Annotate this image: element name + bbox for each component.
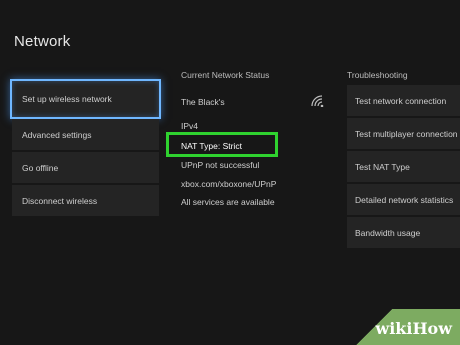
page-title: Network bbox=[14, 33, 71, 50]
network-name: The Black's bbox=[181, 97, 225, 107]
network-menu: Set up wireless network Advanced setting… bbox=[10, 79, 161, 218]
trouble-item-label: Test multiplayer connection bbox=[355, 128, 458, 139]
troubleshooting-header: Troubleshooting bbox=[347, 70, 408, 80]
wikihow-logo: wikiHow bbox=[375, 319, 452, 338]
wifi-signal-icon bbox=[311, 94, 325, 112]
trouble-item-label: Bandwidth usage bbox=[355, 227, 421, 238]
test-network-connection-button[interactable]: Test network connection bbox=[347, 85, 460, 116]
ip-version: IPv4 bbox=[181, 121, 199, 131]
menu-item-setup-wireless[interactable]: Set up wireless network bbox=[10, 79, 161, 119]
trouble-item-label: Test NAT Type bbox=[355, 161, 410, 172]
status-header-label: Current Network Status bbox=[181, 70, 270, 80]
bandwidth-usage-button[interactable]: Bandwidth usage bbox=[347, 217, 460, 248]
upnp-url: xbox.com/xboxone/UPnP bbox=[181, 179, 277, 189]
menu-item-go-offline[interactable]: Go offline bbox=[12, 152, 159, 183]
detailed-network-statistics-button[interactable]: Detailed network statistics bbox=[347, 184, 460, 215]
test-multiplayer-connection-button[interactable]: Test multiplayer connection bbox=[347, 118, 460, 149]
status-header: Current Network Status bbox=[181, 70, 321, 80]
nat-type: NAT Type: Strict bbox=[181, 141, 242, 151]
trouble-item-label: Detailed network statistics bbox=[355, 194, 454, 205]
upnp-status: UPnP not successful bbox=[181, 160, 260, 170]
menu-item-advanced-settings[interactable]: Advanced settings bbox=[12, 119, 159, 150]
troubleshooting-list: Test network connection Test multiplayer… bbox=[347, 85, 460, 250]
menu-item-label: Set up wireless network bbox=[22, 94, 112, 104]
test-nat-type-button[interactable]: Test NAT Type bbox=[347, 151, 460, 182]
menu-item-label: Advanced settings bbox=[22, 129, 92, 140]
menu-item-disconnect-wireless[interactable]: Disconnect wireless bbox=[12, 185, 159, 216]
menu-item-label: Disconnect wireless bbox=[22, 195, 98, 206]
trouble-item-label: Test network connection bbox=[355, 95, 447, 106]
menu-item-label: Go offline bbox=[22, 162, 59, 173]
services-status: All services are available bbox=[181, 197, 275, 207]
